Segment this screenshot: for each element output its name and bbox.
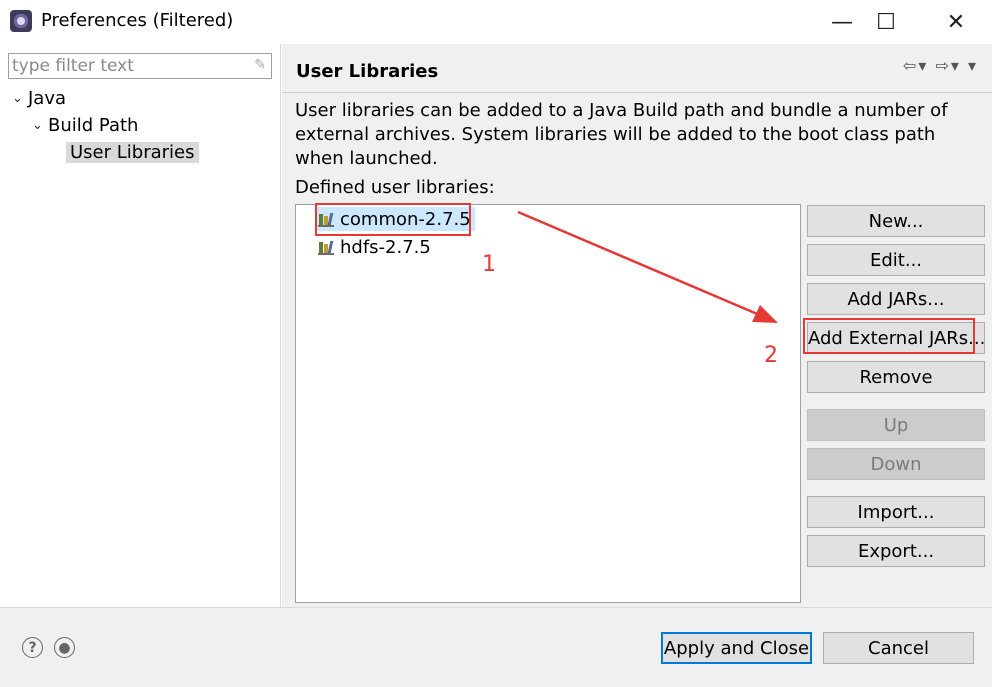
tree-item-java[interactable]: ⌄ Java [12,85,66,111]
tree-item-user-libraries[interactable]: User Libraries [66,139,199,165]
filter-input[interactable] [9,54,241,78]
page-title: User Libraries [296,61,439,82]
list-item[interactable]: hdfs-2.7.5 [316,235,431,259]
view-menu-icon[interactable]: ▾ [968,56,978,75]
annotation-number-2: 2 [764,343,778,368]
list-label: Defined user libraries: [295,177,495,198]
list-item[interactable]: common-2.7.5 [316,207,475,231]
tree-item-label: Build Path [48,114,139,136]
export-button[interactable]: Export... [807,535,985,567]
dialog-content: ✎ ⌄ Java ⌄ Build Path User Libraries Use… [0,44,992,607]
history-nav: ⇦▾ ⇨▾ ▾ [903,56,978,75]
remove-button[interactable]: Remove [807,361,985,393]
navigation-pane: ✎ ⌄ Java ⌄ Build Path User Libraries [0,44,281,607]
chevron-down-icon[interactable]: ⌄ [32,118,48,133]
add-jars-button[interactable]: Add JARs... [807,283,985,315]
dialog-footer: ? ● Apply and Close Cancel [0,607,992,687]
tree-item-build-path[interactable]: ⌄ Build Path [32,112,138,138]
apply-and-close-button[interactable]: Apply and Close [661,632,812,664]
filter-field[interactable]: ✎ [8,53,272,79]
tree-item-label: User Libraries [66,141,199,163]
forward-arrow-icon[interactable]: ⇨▾ [935,56,960,75]
annotation-number-1: 1 [482,252,496,277]
tree-item-label: Java [28,87,67,109]
add-external-jars-button[interactable]: Add External JARs... [807,322,985,354]
import-button[interactable]: Import... [807,496,985,528]
close-button[interactable]: ✕ [926,0,986,44]
edit-button[interactable]: Edit... [807,244,985,276]
up-button[interactable]: Up [807,409,985,441]
page-description: User libraries can be added to a Java Bu… [295,100,948,169]
chevron-down-icon[interactable]: ⌄ [12,91,28,106]
library-icon [316,211,336,227]
clear-filter-icon[interactable]: ✎ [254,57,266,73]
user-library-list[interactable]: common-2.7.5 hdfs-2.7.5 [295,204,801,603]
library-icon [316,239,336,255]
record-icon[interactable]: ● [54,637,75,658]
title-bar: Preferences (Filtered) — ☐ ✕ [0,0,992,44]
library-name: common-2.7.5 [340,208,471,230]
back-arrow-icon[interactable]: ⇦▾ [903,56,928,75]
down-button[interactable]: Down [807,448,985,480]
preference-page: User Libraries ⇦▾ ⇨▾ ▾ User libraries ca… [282,44,992,607]
library-name: hdfs-2.7.5 [340,236,431,258]
title-separator [282,92,992,93]
new-button[interactable]: New... [807,205,985,237]
window-title: Preferences (Filtered) [41,10,234,31]
help-icon[interactable]: ? [22,637,43,658]
cancel-button[interactable]: Cancel [823,632,974,664]
maximize-button[interactable]: ☐ [856,0,916,44]
eclipse-icon [10,10,32,32]
